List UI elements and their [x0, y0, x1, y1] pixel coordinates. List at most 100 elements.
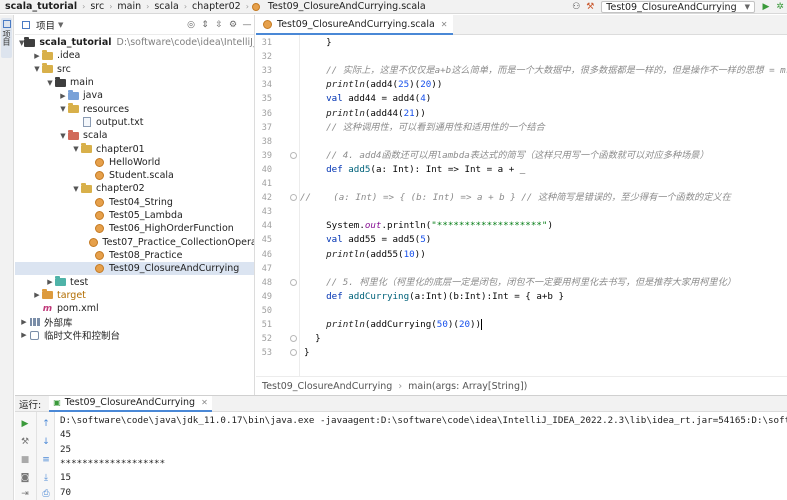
breadcrumb-src[interactable]: src [85, 1, 109, 12]
chevron-right-icon[interactable]: ▶ [32, 291, 42, 299]
tree-item[interactable]: ▼ main [15, 76, 254, 89]
breadcrumb-scala[interactable]: scala [149, 1, 183, 12]
close-icon[interactable]: ✕ [441, 20, 448, 29]
print-icon[interactable]: ⎙ [40, 488, 52, 500]
chevron-down-icon[interactable]: ▼ [58, 21, 63, 29]
hammer-build-icon[interactable]: ⚒ [583, 0, 597, 13]
collapse-all-icon[interactable]: ⇳ [212, 18, 226, 32]
code-text: def addCurrying(a:Int)(b:Int):Int = { a+… [304, 290, 564, 304]
tree-item[interactable]: ▶Test05_Lambda [15, 209, 254, 222]
module-folder-icon [24, 36, 36, 48]
tree-item[interactable]: ▼ src [15, 63, 254, 76]
minimize-icon[interactable]: — [240, 18, 254, 32]
fold-marker-icon[interactable] [290, 278, 297, 286]
chevron-down-icon[interactable]: ▼ [71, 145, 81, 153]
tree-item-label: scala [83, 130, 108, 142]
arrow-down-icon[interactable]: ↓ [40, 436, 52, 448]
code-token: println [304, 107, 365, 119]
project-view-selector[interactable]: 项目 [36, 18, 55, 32]
tree-item[interactable]: ▶Test07_Practice_CollectionOperation [15, 236, 254, 249]
chevron-right-icon[interactable]: ▶ [58, 92, 68, 100]
chevron-down-icon[interactable]: ▼ [45, 79, 55, 87]
close-icon[interactable]: ✕ [201, 398, 208, 407]
scroll-to-end-icon[interactable]: ⤓ [40, 472, 52, 484]
wrench-icon[interactable]: ⚒ [19, 436, 31, 448]
expand-all-icon[interactable]: ⇕ [198, 18, 212, 32]
chevron-right-icon[interactable]: ▶ [19, 331, 29, 339]
tree-item[interactable]: ▼ scala_tutorial D:\software\code\idea\Int… [15, 36, 254, 49]
chevron-right-icon[interactable]: ▶ [19, 318, 29, 326]
editor-tab-label: Test09_ClosureAndCurrying.scala [277, 18, 435, 30]
chevron-down-icon[interactable]: ▼ [58, 105, 68, 113]
code-token: add5 [348, 163, 371, 175]
fold-marker-icon[interactable] [290, 194, 297, 202]
tree-item[interactable]: ▶Test04_String [15, 196, 254, 209]
run-configuration-label: Test09_ClosureAndCurrying [606, 1, 737, 13]
tree-item-label: src [57, 63, 71, 75]
chevron-down-icon[interactable]: ▼ [58, 132, 68, 140]
text-caret [481, 319, 483, 330]
breadcrumb-project[interactable]: scala_tutorial [0, 1, 82, 12]
breadcrumb-object[interactable]: Test09_ClosureAndCurrying [262, 381, 392, 392]
project-view-icon [19, 18, 33, 32]
debug-icon[interactable]: ✲ [773, 0, 787, 13]
breadcrumb-file[interactable]: Test09_ClosureAndCurrying.scala [263, 1, 431, 12]
camera-icon[interactable]: ◙ [19, 472, 31, 484]
project-panel-tools: ◎ ⇕ ⇳ ⚙ — [184, 15, 254, 35]
arrow-up-icon[interactable]: ↑ [40, 418, 52, 430]
editor-tab-bar: Test09_ClosureAndCurrying.scala ✕ [256, 15, 787, 35]
code-token: "*******************" [431, 220, 548, 232]
code-token: System. [304, 220, 365, 232]
chevron-right-icon[interactable]: ▶ [45, 278, 55, 286]
fold-marker-icon[interactable] [290, 349, 297, 357]
fold-marker-icon[interactable] [290, 151, 297, 159]
tree-item[interactable]: ▶Test08_Practice [15, 249, 254, 262]
code-token: 21 [403, 107, 415, 119]
rerun-icon[interactable]: ▶ [19, 418, 31, 430]
tree-item-label: HelloWorld [109, 156, 161, 168]
project-tool-button[interactable]: 项目 [1, 18, 12, 58]
code-token: def [304, 163, 349, 175]
stop-icon[interactable]: ■ [19, 454, 31, 466]
soft-wrap-icon[interactable]: ≡ [40, 454, 52, 466]
tree-item[interactable]: ▶ test [15, 275, 254, 288]
tree-item-label: main [70, 77, 94, 89]
tree-item[interactable]: ▶ java [15, 89, 254, 102]
tree-item[interactable]: ▶Student.scala [15, 169, 254, 182]
code-editor[interactable]: 31 } 32 33 // 实际上，这里不仅仅是a+b这么简单，而是一个大数据中，很… [256, 35, 787, 376]
breadcrumb-chapter02[interactable]: chapter02 [187, 1, 246, 12]
gear-icon[interactable]: ⚙ [226, 18, 240, 32]
tree-item[interactable]: ▶HelloWorld [15, 156, 254, 169]
tree-item[interactable]: ▶ target [15, 289, 254, 302]
tree-item[interactable]: ▶Test09_ClosureAndCurrying [15, 262, 254, 276]
breadcrumb-method[interactable]: main(args: Array[String]) [408, 381, 527, 392]
code-text: } [304, 346, 310, 360]
user-icon[interactable]: ⚇ [569, 0, 583, 13]
run-tab[interactable]: ▣ Test09_ClosureAndCurrying ✕ [49, 395, 212, 412]
locate-file-icon[interactable]: ◎ [184, 18, 198, 32]
source-folder-icon [68, 89, 79, 101]
fold-marker-icon[interactable] [290, 335, 297, 343]
breadcrumb-main[interactable]: main [112, 1, 146, 12]
tree-item[interactable]: ▶ 临时文件和控制台 [15, 329, 254, 342]
chevron-down-icon[interactable]: ▼ [71, 185, 81, 193]
code-line: 48 // 5. 柯里化（柯里化的底层一定是闭包，闭包不一定要用柯里化去书写，但… [256, 276, 787, 290]
code-token: val [304, 234, 349, 246]
chevron-right-icon[interactable]: ▶ [32, 52, 42, 60]
run-configuration-selector[interactable]: Test09_ClosureAndCurrying ▼ [601, 1, 755, 13]
tree-item[interactable]: ▶Test06_HighOrderFunction [15, 222, 254, 235]
chevron-down-icon[interactable]: ▼ [32, 65, 42, 73]
tree-item[interactable]: ▼ resources [15, 103, 254, 116]
editor-tab-active[interactable]: Test09_ClosureAndCurrying.scala ✕ [256, 15, 454, 35]
code-token: add55 = add5( [348, 234, 421, 246]
tree-item[interactable]: ▼ scala [15, 129, 254, 142]
exit-icon[interactable]: ⇥ [19, 488, 31, 500]
console-output[interactable]: D:\software\code\java\jdk_11.0.17\bin\ja… [56, 412, 787, 500]
run-icon[interactable]: ▶ [759, 0, 773, 13]
tree-item[interactable]: ▶ 外部库 [15, 315, 254, 329]
tree-item[interactable]: ▶ .idea [15, 49, 254, 62]
tree-item[interactable]: ▶mpom.xml [15, 302, 254, 315]
tree-item[interactable]: ▼ chapter02 [15, 182, 254, 195]
tree-item[interactable]: ▼ chapter01 [15, 142, 254, 155]
tree-item[interactable]: ▶output.txt [15, 116, 254, 129]
